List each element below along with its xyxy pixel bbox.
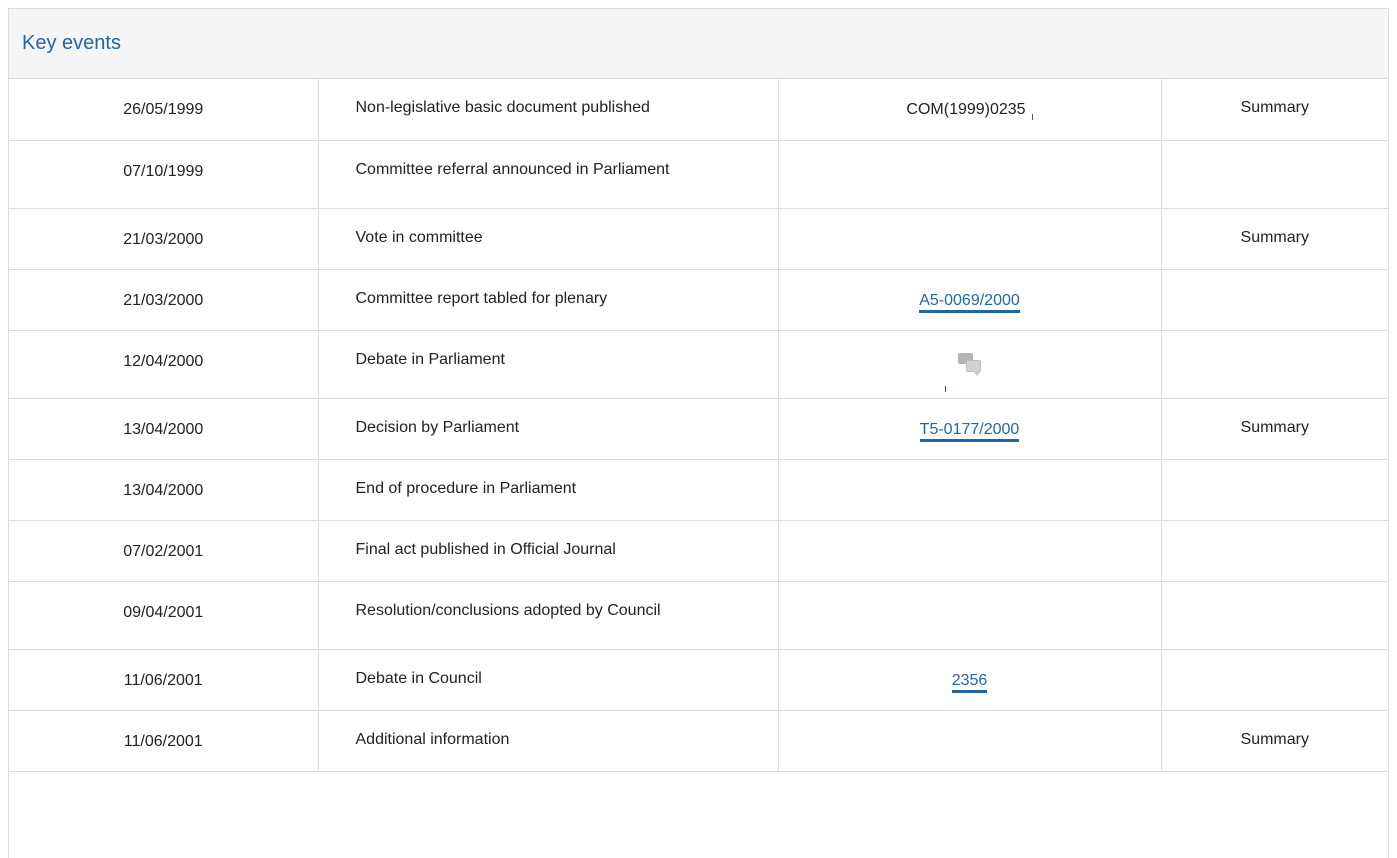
- event-reference-cell: 2356: [778, 649, 1162, 711]
- event-description: Debate in Parliament: [318, 330, 779, 399]
- reference-link[interactable]: A5-0069/2000: [919, 291, 1020, 313]
- event-reference-cell: [778, 140, 1162, 209]
- key-events-panel: Key events 26/05/1999 Non-legislative bas…: [8, 8, 1389, 858]
- event-summary: [1161, 459, 1388, 521]
- event-summary[interactable]: Summary: [1161, 398, 1388, 460]
- event-description: Debate in Council: [318, 649, 779, 711]
- event-description: Committee report tabled for plenary: [318, 269, 779, 331]
- event-description: Resolution/conclusions adopted by Counci…: [318, 581, 779, 650]
- event-reference-cell: [778, 581, 1162, 650]
- event-summary: [1161, 140, 1388, 209]
- event-reference-cell: [778, 330, 1162, 399]
- event-summary: [1161, 330, 1388, 399]
- key-events-body: 26/05/1999 Non-legislative basic document…: [9, 79, 1388, 772]
- event-date: 26/05/1999: [9, 79, 319, 141]
- event-description: Decision by Parliament: [318, 398, 779, 460]
- event-row: 21/03/2000 Committee report tabled for pl…: [9, 269, 1388, 331]
- event-date: 21/03/2000: [9, 269, 319, 331]
- event-reference-cell: [778, 710, 1162, 772]
- event-row: 13/04/2000 End of procedure in Parliament: [9, 459, 1388, 521]
- link-marker: [1031, 114, 1033, 120]
- event-row: 26/05/1999 Non-legislative basic document…: [9, 79, 1388, 141]
- event-summary[interactable]: Summary: [1161, 208, 1388, 270]
- event-summary[interactable]: Summary: [1161, 710, 1388, 772]
- event-row: 11/06/2001 Additional information Summary: [9, 710, 1388, 772]
- event-date: 09/04/2001: [9, 581, 319, 650]
- event-reference-cell: A5-0069/2000: [778, 269, 1162, 331]
- key-events-table: 26/05/1999 Non-legislative basic document…: [9, 79, 1388, 772]
- event-date: 11/06/2001: [9, 649, 319, 711]
- event-summary: [1161, 269, 1388, 331]
- event-row: 12/04/2000 Debate in Parliament: [9, 330, 1388, 399]
- reference-link[interactable]: T5-0177/2000: [919, 420, 1020, 442]
- event-description: Final act published in Official Journal: [318, 520, 779, 582]
- reference-text: COM(1999)0235: [906, 101, 1026, 118]
- event-date: 12/04/2000: [9, 330, 319, 399]
- event-row: 11/06/2001 Debate in Council 2356: [9, 649, 1388, 711]
- event-description: Non-legislative basic document published: [318, 79, 779, 141]
- panel-header: Key events: [9, 9, 1388, 79]
- event-reference-cell: T5-0177/2000: [778, 398, 1162, 460]
- event-description: Additional information: [318, 710, 779, 772]
- event-summary: [1161, 581, 1388, 650]
- event-date: 13/04/2000: [9, 459, 319, 521]
- event-row: 07/10/1999 Committee referral announced i…: [9, 140, 1388, 209]
- event-date: 07/10/1999: [9, 140, 319, 209]
- event-row: 13/04/2000 Decision by Parliament T5-0177/…: [9, 398, 1388, 460]
- reference-link[interactable]: 2356: [951, 671, 988, 693]
- event-reference-cell: [778, 459, 1162, 521]
- event-reference-cell: COM(1999)0235: [778, 79, 1162, 141]
- event-description: End of procedure in Parliament: [318, 459, 779, 521]
- event-summary: [1161, 649, 1388, 711]
- event-date: 13/04/2000: [9, 398, 319, 460]
- event-row: 07/02/2001 Final act published in Officia…: [9, 520, 1388, 582]
- event-summary[interactable]: Summary: [1161, 79, 1388, 141]
- event-description: Committee referral announced in Parliame…: [318, 140, 779, 209]
- event-reference-cell: [778, 208, 1162, 270]
- event-date: 11/06/2001: [9, 710, 319, 772]
- debate-icon[interactable]: [957, 352, 982, 377]
- link-marker: [944, 385, 946, 392]
- event-reference-cell: [778, 520, 1162, 582]
- event-row: 09/04/2001 Resolution/conclusions adopted…: [9, 581, 1388, 650]
- event-date: 21/03/2000: [9, 208, 319, 270]
- event-row: 21/03/2000 Vote in committee Summary: [9, 208, 1388, 270]
- event-date: 07/02/2001: [9, 520, 319, 582]
- event-description: Vote in committee: [318, 208, 779, 270]
- event-summary: [1161, 520, 1388, 582]
- panel-title: Key events: [22, 32, 121, 54]
